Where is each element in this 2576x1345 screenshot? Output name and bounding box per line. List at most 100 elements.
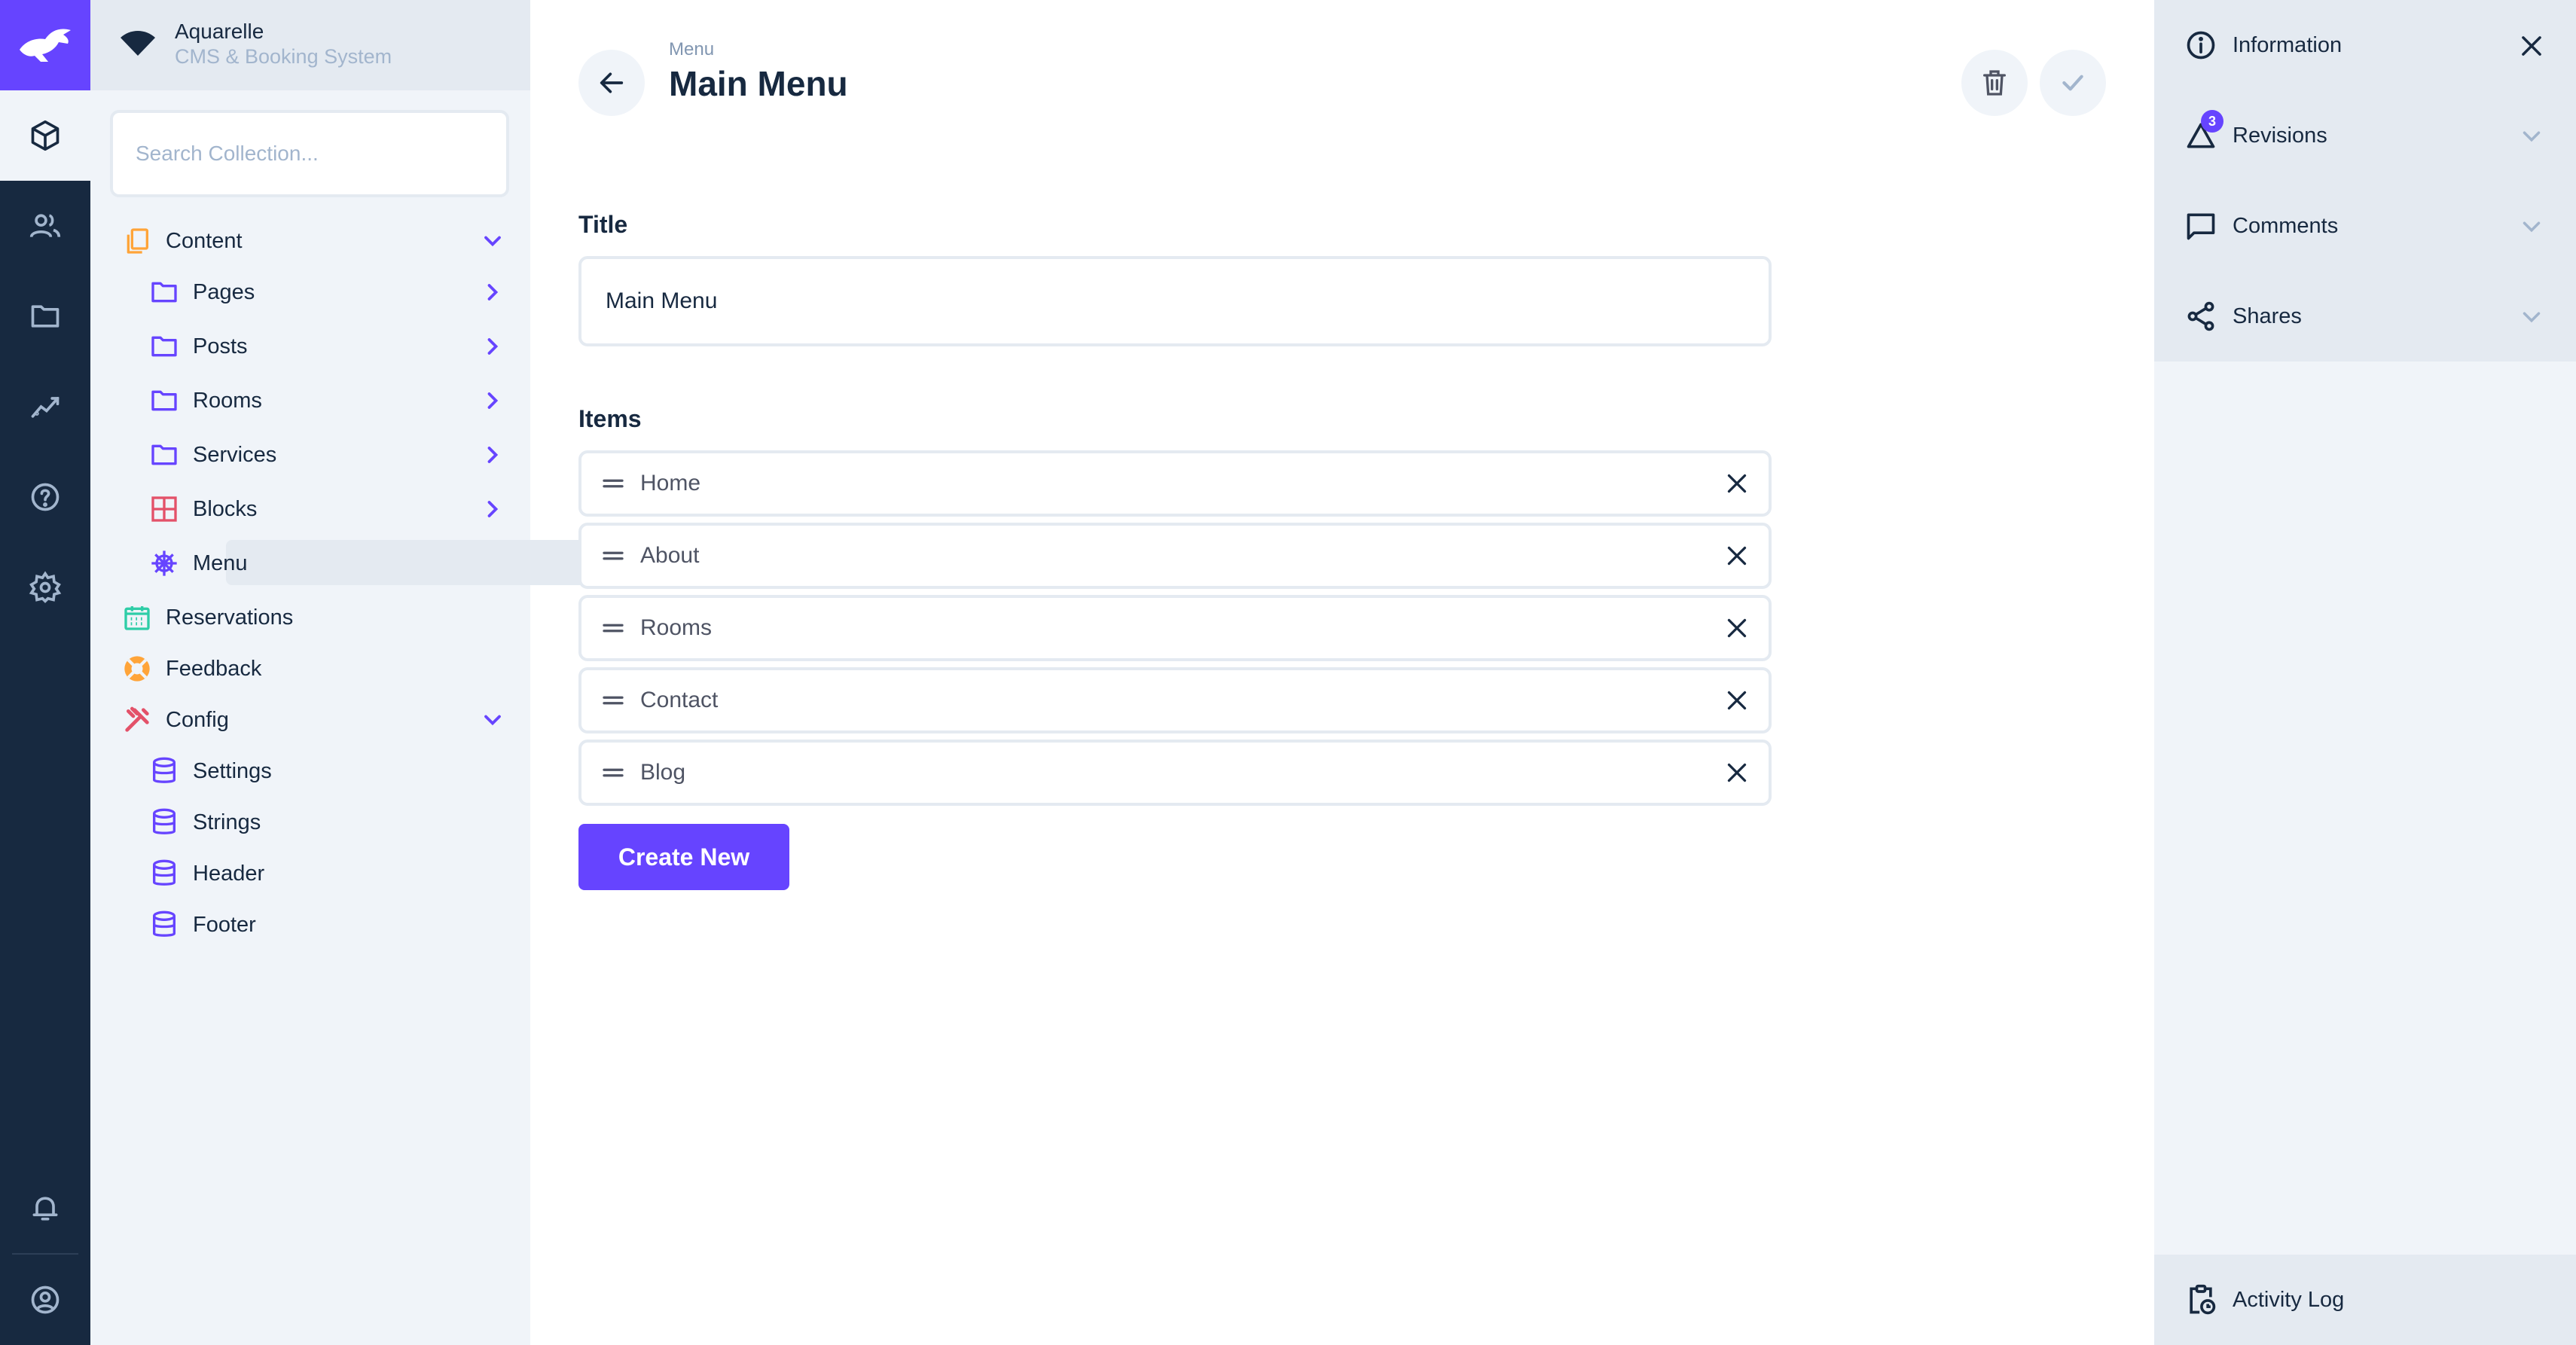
list-item[interactable]: Home xyxy=(578,450,1772,517)
nav-item-label: Reservations xyxy=(166,605,294,630)
chevron-right-icon[interactable] xyxy=(479,387,506,414)
back-button[interactable] xyxy=(578,50,645,116)
drag-handle-icon[interactable] xyxy=(598,685,628,715)
database-icon xyxy=(148,806,181,839)
database-icon xyxy=(148,857,181,890)
sidebar-shares[interactable]: Shares xyxy=(2154,271,2576,361)
chevron-right-icon[interactable] xyxy=(479,333,506,360)
app-logo[interactable] xyxy=(0,0,90,90)
module-help[interactable] xyxy=(0,452,90,542)
drag-handle-icon[interactable] xyxy=(598,541,628,571)
list-item[interactable]: About xyxy=(578,523,1772,589)
module-users[interactable] xyxy=(0,181,90,271)
help-icon xyxy=(31,483,60,511)
list-item-label: About xyxy=(640,543,700,568)
chevron-down-icon[interactable] xyxy=(479,227,506,255)
drag-handle-icon[interactable] xyxy=(598,613,628,643)
notifications-button[interactable] xyxy=(0,1163,90,1253)
search-collection-input[interactable] xyxy=(110,110,509,197)
create-new-button[interactable]: Create New xyxy=(578,824,789,890)
sidebar: Information Revisions 3 Comments Shares … xyxy=(2154,0,2576,1345)
nav-item-label: Menu xyxy=(193,551,248,575)
close-icon[interactable] xyxy=(1722,685,1752,715)
nav-item-blocks[interactable]: Blocks xyxy=(148,486,520,532)
nav-item-settings[interactable]: Settings xyxy=(148,749,520,794)
nav-item-rooms[interactable]: Rooms xyxy=(148,378,520,423)
grid-icon xyxy=(148,493,181,526)
project-description: CMS & Booking System xyxy=(175,45,392,68)
save-button[interactable] xyxy=(2040,50,2106,116)
module-insights[interactable] xyxy=(0,361,90,452)
nav-item-feedback[interactable]: Feedback xyxy=(121,646,520,691)
chevron-down-icon[interactable] xyxy=(2517,212,2546,241)
nav-item-label: Settings xyxy=(193,758,272,783)
nav-group-config-label: Config xyxy=(166,707,229,732)
nav-item-label: Blocks xyxy=(193,496,258,521)
page-title: Main Menu xyxy=(669,64,848,103)
share-icon xyxy=(2184,300,2217,333)
activity-log-row: Activity Log xyxy=(2154,1255,2576,1345)
chevron-down-icon[interactable] xyxy=(2517,122,2546,151)
chevron-right-icon[interactable] xyxy=(479,279,506,306)
chevron-down-icon[interactable] xyxy=(2517,303,2546,331)
nav-item-label: Posts xyxy=(193,334,248,358)
nav-item-menu[interactable]: Menu xyxy=(148,541,520,586)
module-content[interactable] xyxy=(0,90,90,181)
comment-icon xyxy=(2184,209,2217,242)
nav-item-label: Services xyxy=(193,442,277,467)
folder-icon xyxy=(148,330,181,363)
navigation-pane: Aquarelle CMS & Booking System Content P… xyxy=(90,0,603,1345)
list-item-label: Home xyxy=(640,471,701,496)
users-icon xyxy=(29,214,61,238)
project-info[interactable]: Aquarelle CMS & Booking System xyxy=(90,0,530,90)
activity-log-button[interactable]: Activity Log xyxy=(2154,1255,2576,1345)
close-icon[interactable] xyxy=(1722,468,1752,499)
user-account-button[interactable] xyxy=(0,1255,90,1345)
account-icon xyxy=(31,1286,60,1314)
nav-group-content[interactable]: Content xyxy=(121,218,520,264)
clipboard-clock-icon xyxy=(2184,1283,2217,1316)
database-icon xyxy=(148,908,181,941)
nav-item-header[interactable]: Header xyxy=(148,851,520,896)
module-bar xyxy=(0,0,90,1345)
chevron-down-icon[interactable] xyxy=(479,706,506,733)
title-input[interactable] xyxy=(578,256,1772,346)
nav-item-pages[interactable]: Pages xyxy=(148,270,520,315)
nav-group-content-label: Content xyxy=(166,228,243,253)
nav-item-footer[interactable]: Footer xyxy=(148,902,520,947)
nav-item-posts[interactable]: Posts xyxy=(148,324,520,369)
sidebar-comments[interactable]: Comments xyxy=(2154,181,2576,271)
list-item[interactable]: Rooms xyxy=(578,595,1772,661)
check-icon xyxy=(2062,75,2083,91)
box-icon xyxy=(31,120,60,151)
nav-item-label: Feedback xyxy=(166,656,262,681)
close-icon[interactable] xyxy=(1722,613,1752,643)
close-icon[interactable] xyxy=(2517,32,2546,60)
folder-icon xyxy=(148,438,181,471)
list-item[interactable]: Blog xyxy=(578,740,1772,806)
folder-icon xyxy=(148,384,181,417)
nav-group-config[interactable]: Config xyxy=(121,697,520,743)
folder-icon xyxy=(31,305,60,328)
database-icon xyxy=(148,755,181,788)
nav-item-label: Footer xyxy=(193,912,256,937)
activity-log-label: Activity Log xyxy=(2233,1287,2345,1312)
close-icon[interactable] xyxy=(1722,541,1752,571)
nav-item-services[interactable]: Services xyxy=(148,432,520,477)
chevron-right-icon[interactable] xyxy=(479,441,506,468)
breadcrumb[interactable]: Menu xyxy=(669,39,714,60)
module-settings[interactable] xyxy=(0,542,90,633)
module-files[interactable] xyxy=(0,271,90,361)
sidebar-information[interactable]: Information xyxy=(2154,0,2576,90)
drag-handle-icon[interactable] xyxy=(598,468,628,499)
nav-item-strings[interactable]: Strings xyxy=(148,800,520,845)
chevron-right-icon[interactable] xyxy=(479,496,506,523)
close-icon[interactable] xyxy=(1722,758,1752,788)
sidebar-revisions[interactable]: Revisions xyxy=(2154,90,2576,181)
delete-button[interactable] xyxy=(1961,50,2028,116)
ships-wheel-icon xyxy=(148,547,181,580)
sidebar-revisions-label: Revisions xyxy=(2233,123,2327,148)
list-item[interactable]: Contact xyxy=(578,667,1772,733)
drag-handle-icon[interactable] xyxy=(598,758,628,788)
nav-item-reservations[interactable]: Reservations xyxy=(121,595,520,640)
